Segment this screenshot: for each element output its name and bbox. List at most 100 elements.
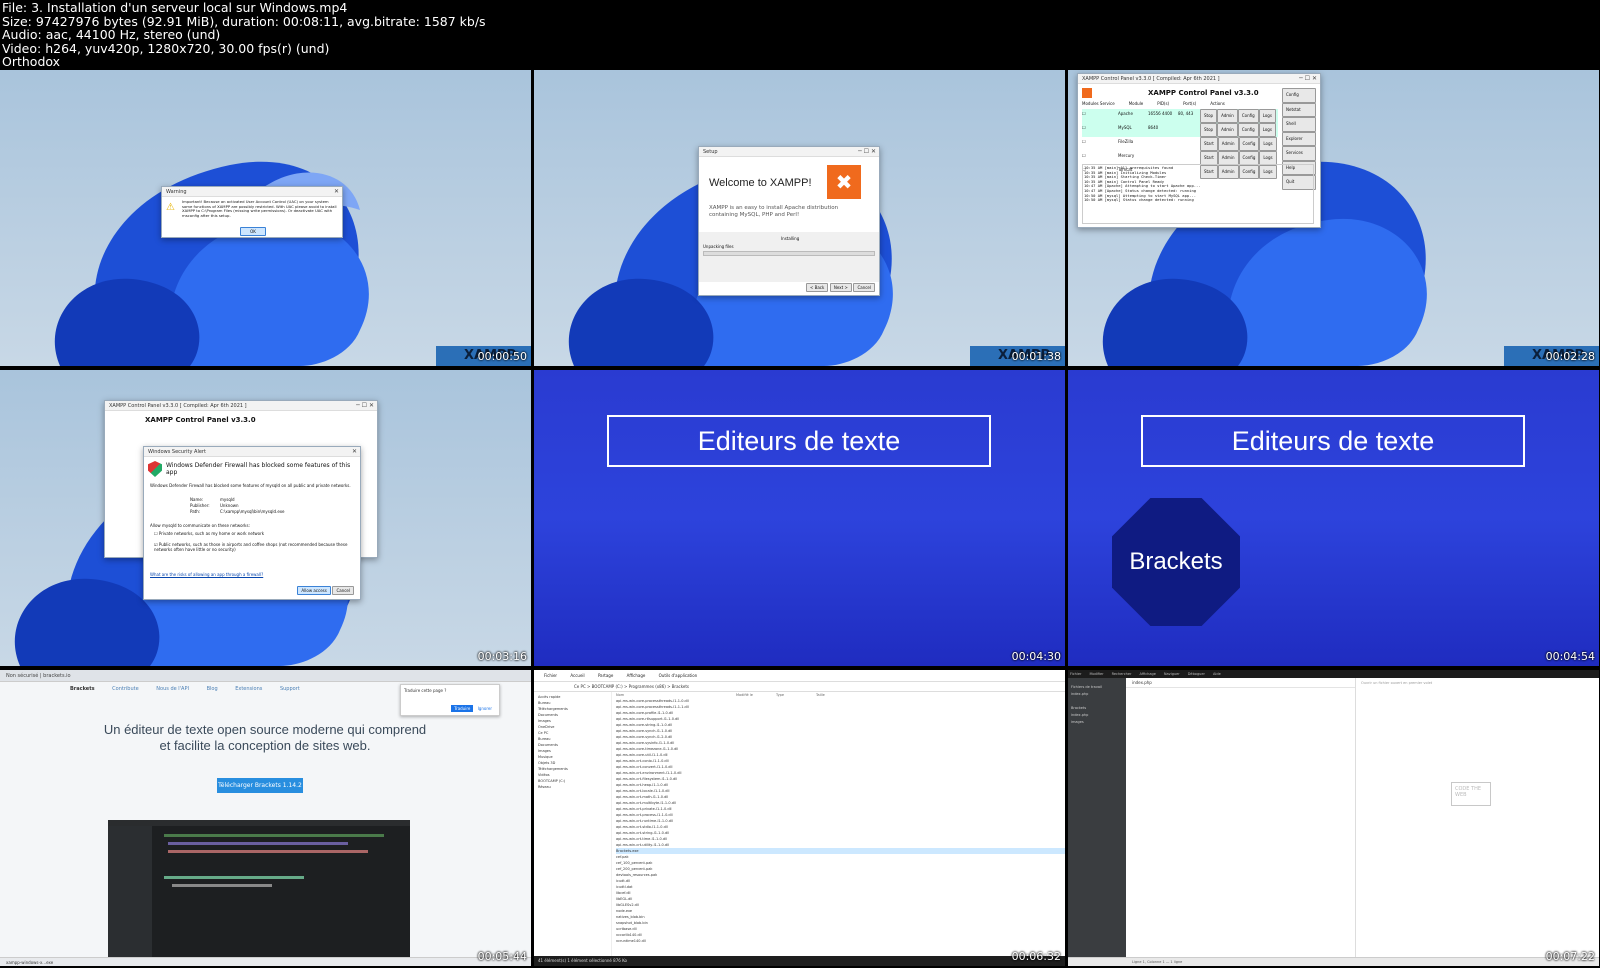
nav-link[interactable]: Nous de l'API [156,686,189,692]
url-text[interactable]: Non sécurisé | brackets.io [6,673,71,679]
ignore-button[interactable]: Ignorer [475,705,495,712]
video-line: Video: h264, yuv420p, 1280x720, 30.00 fp… [2,40,330,56]
public-label: Public networks, such as those in airpor… [154,542,348,552]
ribbon-tab[interactable]: Fichier [544,673,557,678]
close-icon[interactable]: ✕ [352,447,357,457]
menu-item[interactable]: Rechercher [1112,672,1132,676]
col-size[interactable]: Taille [816,693,825,697]
thumbnail-9[interactable]: Fichier Modifier Rechercher Affichage Navigu… [1068,670,1599,966]
nav-link[interactable]: Contribute [112,686,139,692]
shell-button[interactable]: Shell [1282,117,1316,132]
module-pid: 16556 4400 [1148,111,1173,116]
ok-button[interactable]: OK [240,227,266,236]
window-controls[interactable]: ─ ☐ ✕ [356,401,374,411]
thumbnail-3[interactable]: XAMPP Control Panel v3.3.0 [ Compiled: A… [1068,70,1599,366]
services-button[interactable]: Services [1282,146,1316,161]
ribbon-tab[interactable]: Affichage [627,673,646,678]
file-list: Nom Modifié le Type Taille api-ms-win-core-… [616,692,1065,956]
cancel-button[interactable]: Cancel [853,283,875,292]
explorer-button[interactable]: Explorer [1282,131,1316,146]
app-sidebar: Fichiers de travail index.php Brackets inde… [1068,678,1126,957]
module-port [1178,123,1200,137]
translate-button[interactable]: Traduire [451,705,474,712]
shield-icon [148,461,162,477]
module-action-button[interactable]: Stop [1200,109,1218,123]
next-button[interactable]: Next > [829,283,852,292]
window-controls[interactable]: ─ ☐ ✕ [858,147,876,157]
public-networks-checkbox[interactable]: ☑ Public networks, such as those in airp… [154,542,354,552]
menu-item[interactable]: Déboguer [1188,672,1205,676]
config-button[interactable]: Config [1237,109,1259,123]
col-type[interactable]: Type [776,692,816,698]
logs-button[interactable]: Logs [1258,123,1276,137]
thumbnail-7[interactable]: Non sécurisé | brackets.io Brackets Cont… [0,670,531,966]
path-label: Path: [190,509,201,514]
ribbon-tab[interactable]: Outils d'application [659,673,698,678]
config-button[interactable]: Config [1238,151,1260,165]
menu-item[interactable]: Fichier [1070,672,1081,676]
app-details: Name: mysqld Publisher: Unknown Path: C:\xa… [190,497,284,515]
timestamp: 00:04:54 [1545,650,1595,663]
explorer-status-bar: 41 élément(s) 1 élément sélectionné 876 … [534,956,1065,966]
progress-bar [703,251,875,256]
sidebar-item[interactable]: index.php [1071,712,1123,719]
file-row[interactable]: vcruntime140.dll [616,938,1065,944]
slide-title: Editeurs de texte [607,415,991,467]
sidebar-item[interactable]: Brackets [1071,705,1123,712]
config-side-button[interactable]: Config [1282,88,1316,103]
firewall-risks-link[interactable]: What are the risks of allowing an app th… [150,572,263,577]
menu-item[interactable]: Aide [1213,672,1221,676]
nav-link[interactable]: Blog [207,686,218,692]
logs-button[interactable]: Logs [1259,137,1277,151]
module-action-button[interactable]: Start [1200,137,1218,151]
admin-button[interactable]: Admin [1217,123,1238,137]
module-name: FileZilla [1118,139,1134,144]
allow-question: Allow mysqld to communicate on these net… [150,523,250,528]
sidebar-item[interactable]: Fichiers de travail [1071,684,1123,691]
firewall-heading: Windows Defender Firewall has blocked so… [166,462,351,476]
download-item[interactable]: xampp-windows-x...exe [6,960,53,965]
setup-heading: Welcome to XAMPP! [709,177,812,189]
sidebar-item[interactable]: index.php [1071,691,1123,698]
nav-link[interactable]: Extensions [235,686,262,692]
menu-item[interactable]: Modifier [1089,672,1103,676]
logs-button[interactable]: Logs [1258,109,1276,123]
ribbon-tab[interactable]: Partage [598,673,613,678]
netstat-button[interactable]: Netstat [1282,102,1316,117]
thumbnail-2[interactable]: Setup ─ ☐ ✕ Welcome to XAMPP! ✖ XAMPP is … [534,70,1065,366]
thumbnail-6[interactable]: Editeurs de texte Brackets 00:04:54 [1068,370,1599,666]
file-tab[interactable]: index.php [1126,678,1355,688]
brackets-logo[interactable]: Brackets [70,686,95,692]
thumbnail-5[interactable]: Editeurs de texte 00:04:30 [534,370,1065,666]
admin-button[interactable]: Admin [1217,109,1238,123]
nav-link[interactable]: Support [280,686,300,692]
publisher-value: Unknown [220,503,239,508]
window-controls[interactable]: ─ ☐ ✕ [1299,74,1317,84]
module-action-button[interactable]: Start [1200,151,1218,165]
module-port: 80, 443 [1178,111,1194,116]
menu-item[interactable]: Naviguer [1164,672,1180,676]
private-networks-checkbox[interactable]: ☐ Private networks, such as my home or w… [154,531,354,536]
logs-button[interactable]: Logs [1259,151,1277,165]
menu-item[interactable]: Affichage [1139,672,1155,676]
thumbnail-4[interactable]: XAMPP Control Panel v3.3.0 [ Compiled: A… [0,370,531,666]
allow-access-button[interactable]: Allow access [297,586,331,595]
sidebar-item[interactable] [1071,698,1123,705]
thumbnail-8[interactable]: Fichier Accueil Partage Affichage Outils… [534,670,1065,966]
firewall-alert-dialog: Windows Security Alert ✕ Windows Defender… [143,446,361,600]
back-button[interactable]: < Back [805,283,829,292]
explorer-address-bar[interactable]: Ce PC > BOOTCAMP (C:) > Programmes (x86)… [534,682,1065,692]
config-button[interactable]: Config [1237,123,1259,137]
admin-button[interactable]: Admin [1217,151,1239,165]
nav-pane-item[interactable]: Réseau [538,784,607,790]
col-modified[interactable]: Modifié le [736,692,776,698]
thumbnail-1[interactable]: Warning ✕ ⚠ Important! Because an activat… [0,70,531,366]
sidebar-item[interactable]: images [1071,719,1123,726]
config-button[interactable]: Config [1238,137,1260,151]
admin-button[interactable]: Admin [1217,137,1239,151]
module-action-button[interactable]: Stop [1200,123,1218,137]
ribbon-tab[interactable]: Accueil [570,673,584,678]
download-button[interactable]: Télécharger Brackets 1.14.2 [217,778,303,793]
close-icon[interactable]: ✕ [334,187,339,197]
cancel-button[interactable]: Cancel [332,586,354,595]
